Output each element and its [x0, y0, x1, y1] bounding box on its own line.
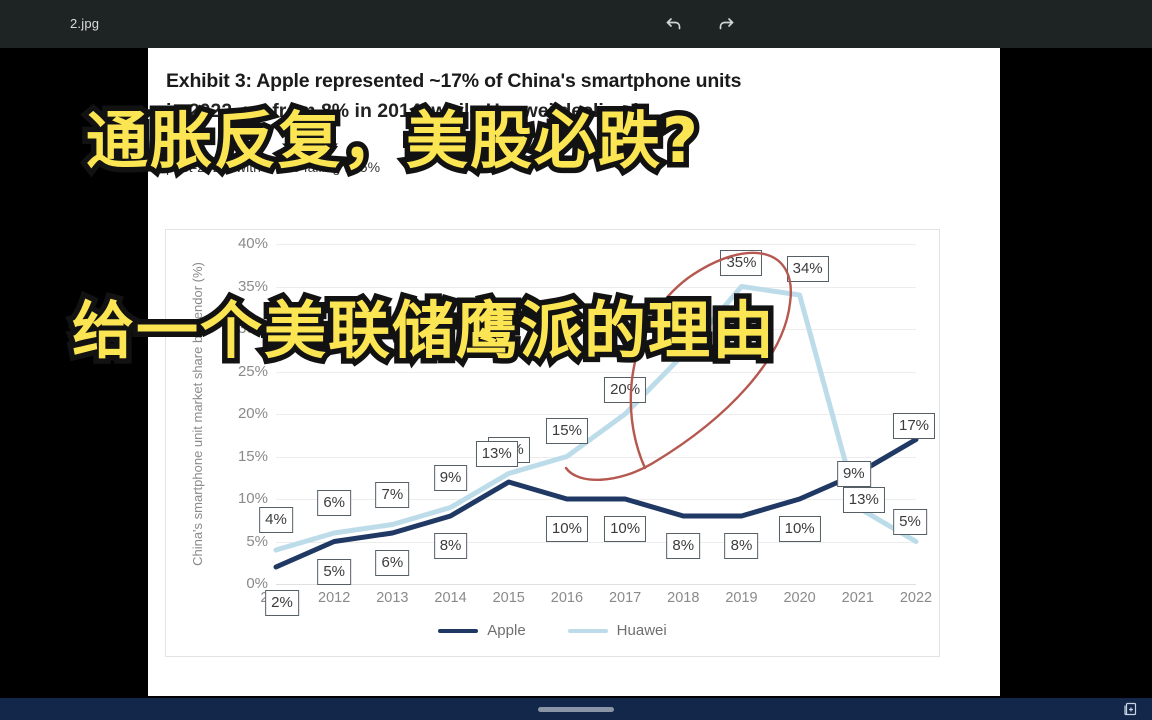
y-tick-label: 35%: [237, 277, 268, 295]
gridline: [276, 584, 916, 585]
file-name-label: 2.jpg: [70, 16, 100, 31]
data-label: 13%: [842, 486, 885, 513]
x-tick-label: 2016: [550, 590, 584, 606]
exhibit-title: Exhibit 3: Apple represented ~17% of Chi…: [166, 70, 742, 92]
toolbar-actions: [660, 10, 740, 38]
data-label: 13%: [475, 440, 518, 467]
data-label: 20%: [604, 377, 647, 403]
y-tick-label: 10%: [237, 490, 268, 507]
y-tick-label: 5%: [246, 532, 268, 550]
duplicate-icon[interactable]: [1122, 701, 1138, 717]
data-label: 8%: [724, 533, 759, 559]
legend-item-apple: Apple: [438, 622, 526, 639]
x-tick-label: 2014: [434, 590, 467, 606]
data-label: 4%: [259, 507, 293, 533]
x-tick-label: 2017: [608, 590, 642, 606]
x-tick-label: 2022: [899, 590, 933, 606]
y-tick-label: 40%: [237, 235, 268, 252]
data-label: 8%: [433, 533, 468, 559]
data-label: 5%: [893, 508, 927, 535]
x-tick-label: 2019: [725, 590, 758, 606]
system-navigation-bar: [0, 698, 1152, 720]
undo-icon[interactable]: [660, 10, 688, 38]
data-label: 10%: [778, 516, 821, 542]
data-label: 6%: [375, 550, 410, 576]
data-label: 7%: [375, 481, 410, 508]
image-viewer-app: 2.jpg Exhibit 3: Apple represented ~17% …: [0, 0, 1152, 720]
viewer-toolbar: 2.jpg: [0, 0, 1152, 48]
caption-line-2-fill: 给一个美联储鹰派的理由: [72, 294, 777, 367]
data-label: 35%: [720, 249, 763, 276]
data-label: 10%: [545, 516, 588, 542]
x-tick-label: 2015: [492, 590, 525, 606]
data-label: 2%: [265, 590, 299, 616]
redo-icon[interactable]: [712, 10, 740, 38]
x-tick-label: 2020: [783, 590, 816, 606]
legend-item-huawei: Huawei: [567, 622, 667, 639]
data-label: 5%: [317, 558, 352, 585]
data-label: 10%: [604, 516, 647, 542]
x-tick-label: 2013: [376, 590, 409, 606]
data-label: 8%: [666, 533, 701, 559]
x-tick-label: 2018: [667, 590, 700, 606]
apple-line: [273, 437, 919, 570]
x-tick-label: 2021: [841, 590, 874, 606]
data-label: 6%: [317, 490, 352, 516]
x-tick-label: 2012: [318, 590, 351, 606]
data-label: 9%: [836, 460, 871, 487]
data-label: 9%: [433, 464, 468, 491]
apple-legend-label: Apple: [487, 622, 526, 639]
y-tick-label: 20%: [237, 405, 268, 422]
y-tick-label: 15%: [237, 447, 268, 465]
apple-legend-swatch: [438, 628, 479, 633]
caption-line-1-fill: 通胀反复，美股必跌?: [86, 104, 700, 177]
huawei-legend-label: Huawei: [616, 622, 667, 639]
chart-legend: Apple Huawei: [166, 622, 939, 639]
huawei-legend-swatch: [567, 628, 608, 633]
data-label: 34%: [786, 256, 829, 282]
data-label: 15%: [545, 417, 588, 444]
data-label: 17%: [892, 412, 936, 439]
home-indicator[interactable]: [538, 707, 614, 712]
